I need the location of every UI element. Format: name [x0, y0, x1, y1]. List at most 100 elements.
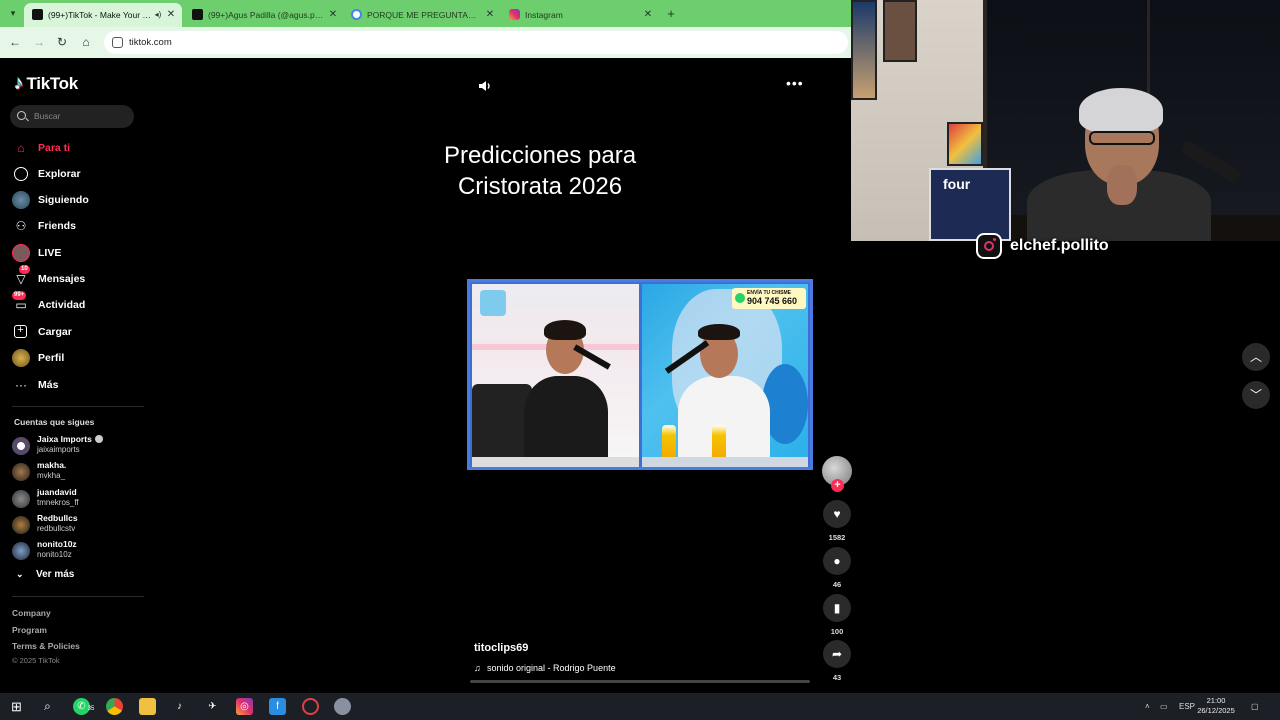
- new-tab-button[interactable]: +: [664, 3, 678, 25]
- close-icon[interactable]: ✕: [327, 3, 339, 27]
- obs-icon[interactable]: [302, 698, 319, 715]
- followed-account[interactable]: juandavid tmnekros_ff: [12, 486, 142, 510]
- poster: [851, 0, 877, 100]
- account-name: Redbullcs: [37, 513, 78, 523]
- follow-plus-icon[interactable]: +: [831, 479, 844, 492]
- picture-frame: [883, 0, 917, 62]
- notification-icon[interactable]: ▢: [1251, 693, 1259, 720]
- sidebar-item-para-ti[interactable]: ⌂ Para ti: [12, 139, 70, 157]
- search-placeholder: Buscar: [34, 111, 61, 121]
- streamer-glasses: [1089, 131, 1155, 145]
- language-indicator[interactable]: ESP: [1179, 693, 1195, 720]
- search-icon[interactable]: ⌕: [39, 698, 56, 715]
- instagram-icon: [976, 232, 1002, 259]
- followed-account[interactable]: Redbullcs redbullcstv: [12, 512, 142, 536]
- person-right-hair: [698, 324, 740, 340]
- tab-search-icon[interactable]: ▾: [6, 6, 20, 20]
- site-info-icon[interactable]: [112, 37, 123, 48]
- sidebar-item-live[interactable]: LIVE: [12, 244, 61, 262]
- streamer-hair: [1079, 88, 1163, 133]
- footer-link-program[interactable]: Program: [12, 625, 47, 635]
- volume-icon[interactable]: [478, 79, 492, 93]
- sidebar-item-mensajes[interactable]: ▽ 10 Mensajes: [12, 265, 85, 288]
- profile-icon: [12, 349, 30, 367]
- file-explorer-icon[interactable]: [139, 698, 156, 715]
- url-field[interactable]: tiktok.com: [104, 31, 848, 54]
- sidebar-item-explorar[interactable]: Explorar: [12, 165, 81, 183]
- video-author[interactable]: titoclips69: [474, 642, 528, 654]
- tiktok-icon[interactable]: ♪: [171, 698, 188, 715]
- tiktok-note-icon: ♪: [14, 73, 24, 94]
- share-button[interactable]: ➦: [823, 640, 851, 668]
- share-count: 43: [832, 673, 842, 682]
- account-handle: redbullcstv: [37, 524, 76, 533]
- sidebar-item-perfil[interactable]: Perfil: [12, 349, 64, 367]
- person-left-hair: [544, 320, 586, 340]
- account-handle: nonito10z: [37, 550, 72, 559]
- comment-button[interactable]: ●: [823, 547, 851, 575]
- followed-account[interactable]: makha. mvkha_: [12, 459, 142, 483]
- app-icon[interactable]: ✈: [204, 698, 221, 715]
- copyright: © 2025 TikTok: [12, 656, 60, 665]
- tab-agus-padilla[interactable]: (99+)Agus Padilla (@agus.padilla) ✕: [184, 3, 344, 27]
- clock-date: 26/12/2025: [1197, 706, 1235, 715]
- followed-account[interactable]: Jaixa Imports jaixaimports: [12, 433, 142, 457]
- account-handle: jaixaimports: [37, 445, 80, 454]
- close-icon[interactable]: ✕: [484, 3, 496, 27]
- sound-name: sonido original - Rodrigo Puente: [487, 663, 616, 673]
- url-text: tiktok.com: [129, 37, 172, 48]
- facebook-icon[interactable]: f: [269, 698, 286, 715]
- sidebar-item-label: Más: [38, 379, 59, 391]
- tiktok-logo[interactable]: ♪ TikTok: [14, 73, 78, 95]
- messages-badge: 10: [19, 265, 30, 274]
- tab-google-search[interactable]: PORQUE ME PREGUNTAN SI CHAMO ✕: [343, 3, 501, 27]
- footer-link-terms[interactable]: Terms & Policies: [12, 641, 80, 651]
- tab-instagram[interactable]: Instagram ✕: [501, 3, 659, 27]
- windows-start-icon[interactable]: ⊞: [8, 698, 25, 715]
- back-arrow-icon[interactable]: ←: [8, 35, 22, 49]
- person-left: [524, 376, 608, 466]
- video-sound[interactable]: ♫ sonido original - Rodrigo Puente: [474, 663, 616, 673]
- footer-link-company[interactable]: Company: [12, 608, 51, 618]
- network-icon[interactable]: ▭: [1160, 693, 1168, 720]
- sidebar-item-label: Para ti: [38, 142, 71, 154]
- instagram-icon[interactable]: ◎: [236, 698, 253, 715]
- chrome-icon[interactable]: [106, 698, 123, 715]
- forward-arrow-icon[interactable]: →: [32, 35, 46, 49]
- sidebar-item-siguiendo[interactable]: Siguiendo: [12, 191, 89, 209]
- see-more-button[interactable]: ⌄ Ver más: [16, 569, 74, 580]
- bookmark-button[interactable]: ▮: [823, 594, 851, 622]
- tab-tiktok-home[interactable]: (99+)TikTok - Make Your Day ◂) ✕: [24, 3, 182, 27]
- speaker-icon[interactable]: ◂): [152, 3, 164, 27]
- previous-video-button[interactable]: ︿: [1242, 343, 1270, 371]
- video-thumbnail[interactable]: ENVÍA TU CHISME 904 745 660: [467, 279, 813, 470]
- sidebar-item-cargar[interactable]: + Cargar: [12, 323, 72, 341]
- tab-strip: ▾ (99+)TikTok - Make Your Day ◂) ✕ (99+)…: [0, 0, 851, 27]
- followed-account[interactable]: nonito10z nonito10z: [12, 538, 142, 562]
- tiktok-icon: [32, 9, 43, 20]
- video-progress-bar[interactable]: [470, 680, 810, 683]
- next-video-button[interactable]: ﹀: [1242, 381, 1270, 409]
- video-panel-right: ENVÍA TU CHISME 904 745 660: [642, 284, 808, 467]
- whatsapp-icon: [735, 293, 745, 303]
- sidebar-item-actividad[interactable]: ▭ 99+ Actividad: [12, 291, 85, 314]
- account-name: nonito10z: [37, 539, 77, 549]
- webcam-overlay: four: [851, 0, 1280, 241]
- like-button[interactable]: ♥: [823, 500, 851, 528]
- app-icon[interactable]: [334, 698, 351, 715]
- account-name-text: Jaixa Imports: [37, 434, 92, 444]
- close-icon[interactable]: ✕: [165, 3, 177, 27]
- reload-icon[interactable]: ↻: [55, 35, 69, 49]
- sidebar-item-mas[interactable]: ··· Más: [12, 376, 58, 394]
- channel-logo: [480, 290, 506, 316]
- live-icon: [12, 244, 30, 262]
- more-options-icon[interactable]: •••: [786, 75, 804, 91]
- sidebar-item-label: Siguiendo: [38, 194, 89, 206]
- google-icon: [351, 9, 362, 20]
- search-input[interactable]: Buscar: [10, 105, 134, 128]
- clock[interactable]: 21:00 26/12/2025: [1196, 696, 1236, 716]
- sidebar-item-friends[interactable]: ⚇ Friends: [12, 217, 76, 235]
- close-icon[interactable]: ✕: [642, 3, 654, 27]
- home-icon[interactable]: ⌂: [79, 35, 93, 49]
- chevron-up-icon[interactable]: ˄: [1145, 693, 1150, 720]
